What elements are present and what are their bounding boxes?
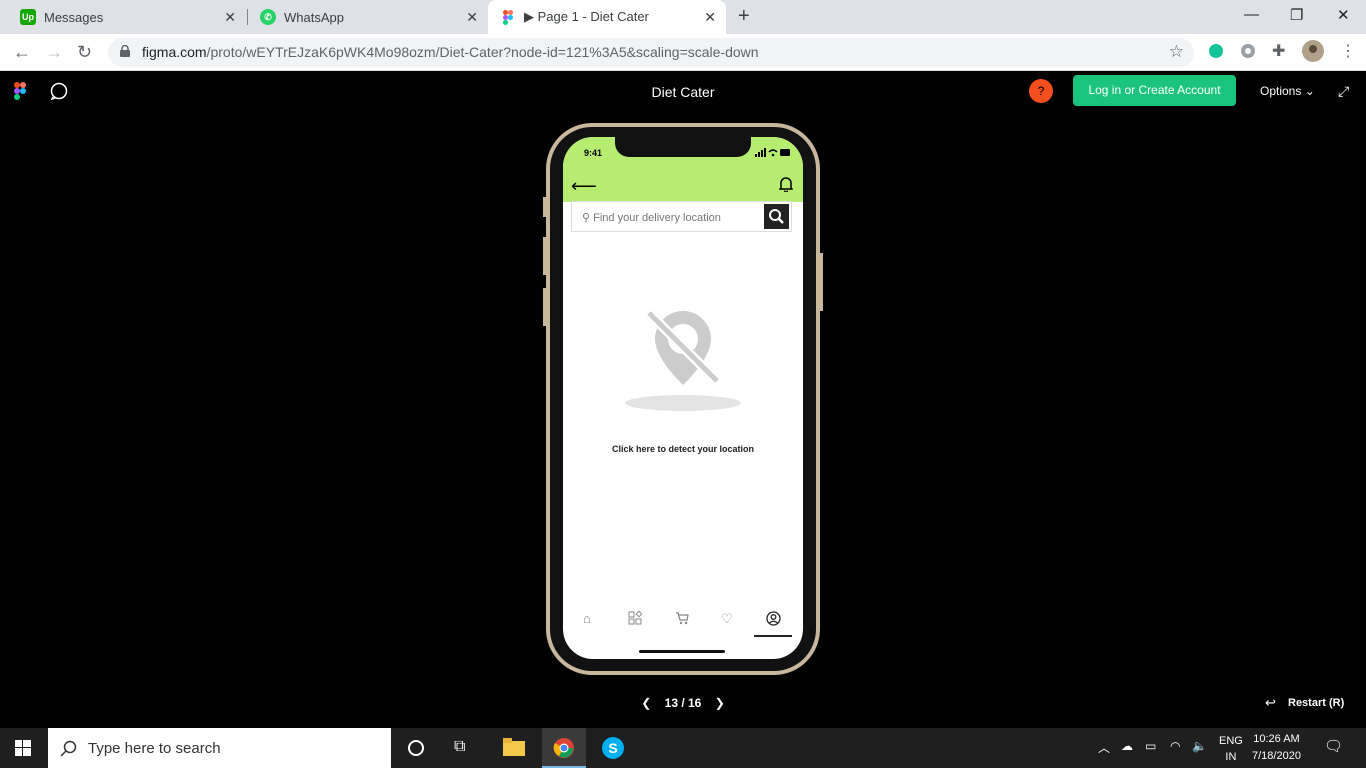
taskbar-search-input[interactable]: Type here to search — [48, 728, 391, 768]
next-page-icon[interactable]: ❯ — [715, 696, 725, 710]
login-button[interactable]: Log in or Create Account — [1073, 75, 1236, 106]
bell-icon[interactable] — [778, 176, 794, 195]
side-button — [543, 197, 546, 217]
volume-icon[interactable]: 🔈 — [1192, 739, 1207, 753]
search-icon — [60, 740, 77, 757]
app-screen: 9:41 ⟵ ⚲ Find your delivery location Cli… — [563, 137, 803, 659]
volume-up-button — [543, 237, 546, 275]
status-time: 9:41 — [584, 148, 603, 158]
options-dropdown[interactable]: Options ⌄ — [1260, 84, 1315, 98]
reload-icon[interactable]: ↻ — [77, 42, 92, 63]
whatsapp-icon: ✆ — [260, 9, 276, 25]
close-icon[interactable]: ✕ — [466, 9, 478, 26]
prev-page-icon[interactable]: ❮ — [641, 696, 651, 710]
volume-down-button — [543, 288, 546, 326]
forward-icon[interactable]: → — [45, 42, 63, 63]
fullscreen-icon[interactable]: ⤢ — [1338, 83, 1349, 100]
minimize-button[interactable]: — — [1244, 6, 1259, 23]
cart-icon[interactable] — [675, 611, 689, 628]
lock-icon — [120, 45, 130, 57]
profile-icon[interactable] — [766, 611, 781, 629]
chrome-icon — [553, 738, 574, 758]
grammarly-icon[interactable] — [1208, 43, 1224, 64]
home-indicator — [639, 650, 725, 653]
language-code: ENG — [1219, 735, 1243, 747]
new-tab-button[interactable]: + — [738, 5, 750, 28]
taskbar-search-placeholder: Type here to search — [88, 740, 221, 757]
active-tab-indicator — [754, 635, 792, 637]
back-icon[interactable]: ← — [13, 42, 31, 63]
categories-icon[interactable] — [628, 610, 643, 628]
restore-button[interactable]: ❐ — [1290, 6, 1303, 24]
close-window-button[interactable]: ✕ — [1337, 6, 1350, 24]
close-icon[interactable]: ✕ — [704, 9, 716, 26]
status-icons — [755, 148, 791, 159]
windows-start-icon[interactable] — [15, 740, 31, 761]
url-host: figma.com — [142, 44, 207, 60]
location-search-field[interactable]: ⚲ Find your delivery location — [571, 201, 792, 232]
tab-label: ▶ Page 1 - Diet Cater — [524, 9, 649, 24]
avatar[interactable] — [1302, 40, 1324, 67]
figma-toolbar: Diet Cater ? Log in or Create Account Op… — [0, 71, 1366, 111]
figma-icon — [500, 9, 516, 25]
chrome-taskbar-button[interactable] — [542, 728, 586, 768]
no-location-illustration — [623, 305, 743, 420]
address-bar: ← → ↻ figma.com/proto/wEYTrEJzaK6pWK4Mo9… — [0, 34, 1366, 71]
task-view-icon[interactable]: ⧉ — [454, 738, 465, 756]
heart-icon[interactable]: ♡ — [721, 611, 733, 627]
windows-taskbar: Type here to search ⧉ S ︿ ☁ ▭ ◠ 🔈 ENG IN… — [0, 728, 1366, 768]
battery-icon[interactable]: ▭ — [1145, 739, 1156, 753]
tray-expand-icon[interactable]: ︿ — [1098, 739, 1110, 756]
close-icon[interactable]: ✕ — [224, 9, 236, 26]
bottom-navigation: ⌂ ♡ — [563, 607, 803, 637]
pin-icon: ⚲ — [582, 212, 591, 224]
tab-messages[interactable]: Up Messages ✕ — [0, 0, 246, 34]
search-button[interactable] — [764, 204, 789, 229]
language-indicator[interactable]: ENG IN — [1219, 733, 1243, 765]
tab-diet-cater[interactable]: ▶ Page 1 - Diet Cater ✕ — [488, 0, 726, 34]
cortana-icon[interactable] — [407, 739, 425, 762]
page-number: 13 / 16 — [664, 696, 702, 710]
onedrive-icon[interactable]: ☁ — [1121, 739, 1133, 753]
clock-time: 10:26 AM — [1253, 733, 1300, 745]
url-field[interactable]: figma.com/proto/wEYTrEJzaK6pWK4Mo98ozm/D… — [108, 38, 1194, 67]
file-explorer-icon[interactable] — [503, 738, 525, 761]
menu-icon[interactable]: ⋮ — [1340, 41, 1356, 61]
clock-date: 7/18/2020 — [1252, 750, 1301, 762]
restart-button[interactable]: Restart (R) — [1288, 697, 1344, 709]
puzzle-icon[interactable]: ✚ — [1272, 41, 1285, 61]
tab-whatsapp[interactable]: ✆ WhatsApp ✕ — [240, 0, 488, 34]
browser-tab-bar: Up Messages ✕ ✆ WhatsApp ✕ ▶ Page 1 - Di… — [0, 0, 1366, 34]
home-icon[interactable]: ⌂ — [583, 611, 591, 626]
search-icon — [769, 209, 784, 224]
region-code: IN — [1225, 751, 1237, 763]
url-path: /proto/wEYTrEJzaK6pWK4Mo98ozm/Diet-Cater… — [206, 44, 759, 60]
notch — [615, 137, 751, 157]
wifi-icon[interactable]: ◠ — [1170, 739, 1180, 753]
restart-icon[interactable]: ↩ — [1265, 695, 1276, 711]
power-button — [820, 253, 823, 311]
back-arrow-icon[interactable]: ⟵ — [571, 176, 597, 197]
tab-label: WhatsApp — [284, 9, 344, 25]
tab-label: Messages — [44, 9, 104, 25]
skype-icon[interactable]: S — [602, 737, 624, 759]
upwork-icon: Up — [20, 9, 36, 25]
notifications-icon[interactable]: 🗨 — [1324, 737, 1343, 755]
bookmark-star-icon[interactable]: ☆ — [1169, 42, 1184, 62]
search-placeholder: Find your delivery location — [593, 212, 721, 224]
help-button[interactable]: ? — [1029, 79, 1053, 103]
detect-location-link[interactable]: Click here to detect your location — [563, 444, 803, 454]
clock[interactable]: 10:26 AM 7/18/2020 — [1252, 731, 1301, 765]
page-counter: ❮ 13 / 16 ❯ — [0, 696, 1366, 710]
extension-icon[interactable] — [1240, 43, 1256, 64]
